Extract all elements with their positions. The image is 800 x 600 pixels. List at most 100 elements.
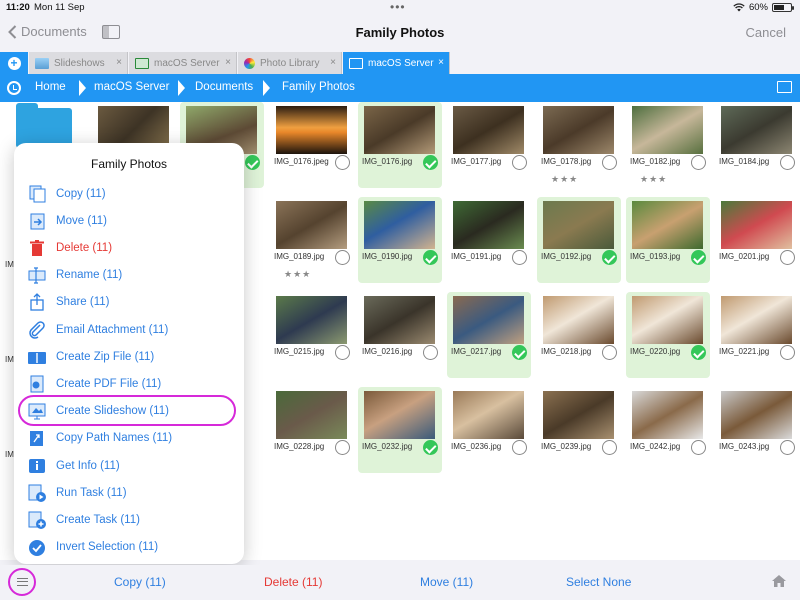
file-cell[interactable]: IMG_0178.jpg ★★★ xyxy=(537,102,621,188)
photo-thumbnail[interactable] xyxy=(364,296,435,344)
photo-thumbnail[interactable] xyxy=(721,296,792,344)
photo-thumbnail[interactable] xyxy=(453,201,524,249)
checkbox-icon[interactable] xyxy=(512,155,527,170)
file-cell[interactable]: IMG_0190.jpg xyxy=(358,197,442,283)
file-cell[interactable]: IMG_0217.jpg xyxy=(447,292,531,378)
checked-checkbox-icon[interactable] xyxy=(602,250,617,265)
photo-thumbnail[interactable] xyxy=(543,391,614,439)
menu-item-copy-path-names[interactable]: Copy Path Names (11) xyxy=(27,427,172,449)
file-cell[interactable]: IMG_0176.jpg xyxy=(358,102,442,188)
new-tab-button[interactable]: + xyxy=(0,52,28,74)
folder-icon[interactable] xyxy=(16,103,72,148)
menu-item-invert-selection[interactable]: Invert Selection (11) xyxy=(27,536,158,558)
close-tab-icon[interactable]: × xyxy=(225,57,231,68)
file-cell[interactable]: IMG_0220.jpg xyxy=(626,292,710,378)
photo-thumbnail[interactable] xyxy=(276,201,347,249)
file-cell[interactable]: IMG_0184.jpg xyxy=(715,102,799,188)
photo-thumbnail[interactable] xyxy=(453,106,524,154)
photo-thumbnail[interactable] xyxy=(543,296,614,344)
checked-checkbox-icon[interactable] xyxy=(423,155,438,170)
checkbox-icon[interactable] xyxy=(335,155,350,170)
file-cell[interactable]: IMG_0189.jpg ★★★ xyxy=(270,197,354,283)
checkbox-icon[interactable] xyxy=(780,440,795,455)
menu-item-run-task[interactable]: Run Task (11) xyxy=(27,482,127,504)
checkbox-icon[interactable] xyxy=(512,440,527,455)
checkbox-icon[interactable] xyxy=(602,155,617,170)
checked-checkbox-icon[interactable] xyxy=(512,345,527,360)
photo-thumbnail[interactable] xyxy=(364,106,435,154)
file-cell[interactable]: IMG_0192.jpg xyxy=(537,197,621,283)
file-cell[interactable]: IMG_0218.jpg xyxy=(537,292,621,378)
tab-photo-library[interactable]: Photo Library × xyxy=(238,52,342,74)
breadcrumb-documents[interactable]: Documents xyxy=(195,81,253,93)
photo-thumbnail[interactable] xyxy=(276,391,347,439)
photo-thumbnail[interactable] xyxy=(276,106,347,154)
checkbox-icon[interactable] xyxy=(423,345,438,360)
file-cell[interactable]: IMG_0182.jpg ★★★ xyxy=(626,102,710,188)
tab-slideshows[interactable]: Slideshows × xyxy=(29,52,128,74)
file-cell[interactable]: IMG_0236.jpg xyxy=(447,387,531,473)
close-tab-icon[interactable]: × xyxy=(116,57,122,68)
photo-thumbnail[interactable] xyxy=(632,106,703,154)
checkbox-icon[interactable] xyxy=(512,250,527,265)
photo-thumbnail[interactable] xyxy=(453,296,524,344)
close-tab-icon[interactable]: × xyxy=(438,57,444,68)
file-cell[interactable]: IMG_0232.jpg xyxy=(358,387,442,473)
file-cell[interactable]: IMG_0243.jpg xyxy=(715,387,799,473)
checkbox-icon[interactable] xyxy=(602,345,617,360)
checked-checkbox-icon[interactable] xyxy=(423,250,438,265)
menu-item-delete[interactable]: Delete (11) xyxy=(27,237,112,259)
checked-checkbox-icon[interactable] xyxy=(423,440,438,455)
select-none-button[interactable]: Select None xyxy=(566,575,631,589)
file-cell[interactable]: IMG_0177.jpg xyxy=(447,102,531,188)
photo-thumbnail[interactable] xyxy=(721,201,792,249)
photo-thumbnail[interactable] xyxy=(721,391,792,439)
breadcrumb-macos-server[interactable]: macOS Server xyxy=(94,81,169,93)
menu-item-create-task[interactable]: Create Task (11) xyxy=(27,509,140,531)
photo-thumbnail[interactable] xyxy=(276,296,347,344)
menu-item-copy[interactable]: Copy (11) xyxy=(27,183,106,205)
menu-toggle-button[interactable] xyxy=(8,568,36,596)
file-cell[interactable]: IMG_0176.jpeg xyxy=(270,102,354,188)
checkbox-icon[interactable] xyxy=(602,440,617,455)
file-cell[interactable]: IMG_0239.jpg xyxy=(537,387,621,473)
breadcrumb-family-photos[interactable]: Family Photos xyxy=(282,81,355,93)
checkbox-icon[interactable] xyxy=(691,155,706,170)
move-button[interactable]: Move (11) xyxy=(420,575,473,589)
breadcrumb-home[interactable]: Home xyxy=(35,81,66,93)
photo-thumbnail[interactable] xyxy=(632,201,703,249)
file-cell[interactable]: IMG_0191.jpg xyxy=(447,197,531,283)
photo-thumbnail[interactable] xyxy=(364,201,435,249)
photo-thumbnail[interactable] xyxy=(543,106,614,154)
photo-thumbnail[interactable] xyxy=(632,296,703,344)
menu-item-move[interactable]: Move (11) xyxy=(27,210,107,232)
checkbox-icon[interactable] xyxy=(335,250,350,265)
checked-checkbox-icon[interactable] xyxy=(691,250,706,265)
tab-macos-server[interactable]: macOS Server × xyxy=(129,52,237,74)
copy-button[interactable]: Copy (11) xyxy=(114,575,166,589)
file-cell[interactable]: IMG_0228.jpg xyxy=(270,387,354,473)
photo-thumbnail[interactable] xyxy=(364,391,435,439)
checkbox-icon[interactable] xyxy=(780,345,795,360)
photo-thumbnail[interactable] xyxy=(453,391,524,439)
menu-item-share[interactable]: Share (11) xyxy=(27,291,109,313)
checked-checkbox-icon[interactable] xyxy=(245,155,260,170)
menu-item-get-info[interactable]: Get Info (11) xyxy=(27,455,120,477)
menu-item-email-attachment[interactable]: Email Attachment (11) xyxy=(27,319,168,341)
monitor-icon[interactable] xyxy=(777,81,792,93)
multitasking-dots-icon[interactable]: ••• xyxy=(390,0,406,14)
file-cell[interactable]: IMG_0215.jpg xyxy=(270,292,354,378)
checkbox-icon[interactable] xyxy=(691,440,706,455)
file-cell[interactable]: IMG_0201.jpg xyxy=(715,197,799,283)
menu-item-create-zip-file[interactable]: Create Zip File (11) xyxy=(27,346,154,368)
history-icon[interactable] xyxy=(7,81,21,95)
menu-item-create-pdf-file[interactable]: Create PDF File (11) xyxy=(27,373,161,395)
file-cell[interactable]: IMG_0221.jpg xyxy=(715,292,799,378)
photo-thumbnail[interactable] xyxy=(543,201,614,249)
photo-thumbnail[interactable] xyxy=(721,106,792,154)
tab-macos-server-active[interactable]: macOS Server × xyxy=(343,52,450,74)
menu-item-rename[interactable]: Rename (11) xyxy=(27,264,122,286)
checkbox-icon[interactable] xyxy=(780,250,795,265)
close-tab-icon[interactable]: × xyxy=(330,57,336,68)
file-cell[interactable]: IMG_0242.jpg xyxy=(626,387,710,473)
